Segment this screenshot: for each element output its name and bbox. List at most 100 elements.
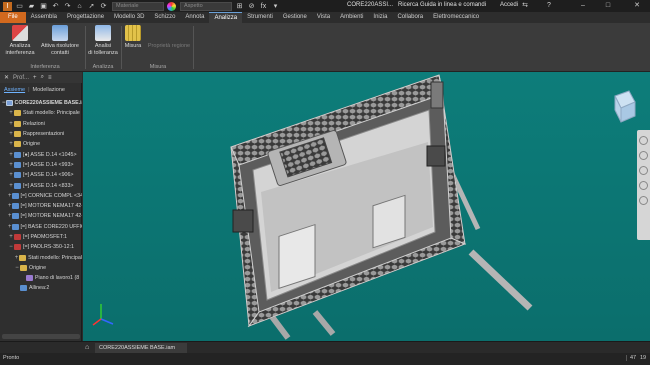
tree-node[interactable]: + [=] BASE CORE220 UFFIC	[0, 222, 82, 232]
tab-strumenti[interactable]: Strumenti	[242, 12, 278, 23]
browser-menu-icon[interactable]: ≡	[48, 75, 52, 81]
analyze-interference-label-1: Analizza	[9, 43, 31, 49]
tab-progettazione[interactable]: Progettazione	[62, 12, 109, 23]
tab-collabora[interactable]: Collabora	[392, 12, 428, 23]
browser-add-icon[interactable]: +	[33, 75, 37, 81]
orbit-icon[interactable]	[639, 181, 648, 190]
ribbon-panel: Analizza interferenza Attiva risolutore …	[0, 23, 650, 72]
rod-right-long	[468, 249, 533, 311]
expand-toggle-icon[interactable]: +	[8, 193, 12, 199]
expand-toggle-icon[interactable]: +	[8, 213, 12, 219]
expand-toggle-icon[interactable]: +	[8, 203, 12, 209]
region-properties-spacer	[146, 25, 192, 43]
tree-node-label: Piano di lavoro1 (8	[35, 275, 80, 282]
redo-icon[interactable]: ↷	[63, 2, 72, 11]
measure-button[interactable]: Misura	[122, 25, 144, 50]
tab-schizzo[interactable]: Schizzo	[149, 12, 180, 23]
tree-node[interactable]: + Stati modello: Principale	[0, 108, 82, 118]
steering-wheel-icon[interactable]	[639, 136, 648, 145]
appearance-icon[interactable]	[167, 1, 176, 11]
tab-modellazione[interactable]: Modellazione	[33, 87, 65, 93]
tree-node-label: [=] MOTORE NEMA17 42-	[20, 203, 82, 210]
tree-node[interactable]: + [=] CORNICE COMPL <34	[0, 191, 82, 201]
ribbon-separator	[193, 26, 194, 69]
tree-node-label: [=] BASE CORE220 UFFIC	[20, 223, 82, 230]
tab-gestione[interactable]: Gestione	[278, 12, 312, 23]
analyze-interference-button[interactable]: Analizza interferenza	[4, 25, 36, 57]
tree-node[interactable]: − [=] PADLRS-350-12:1	[0, 242, 82, 252]
clear-icon[interactable]: ⊘	[247, 2, 256, 11]
tolerance-analysis-button[interactable]: Analisi di tolleranza	[86, 25, 120, 57]
tab-assembla[interactable]: Assembla	[26, 12, 62, 23]
appearance-dropdown[interactable]: Aspetto	[180, 1, 232, 11]
tree-node[interactable]: + Stati modello: Principal	[0, 252, 82, 262]
tree-node[interactable]: − Origine	[0, 263, 82, 273]
pan-icon[interactable]	[639, 151, 648, 160]
status-count-2: 19	[640, 355, 647, 361]
browser-search-icon[interactable]: ⌕	[41, 74, 44, 81]
new-file-icon[interactable]: ▭	[15, 2, 24, 11]
tab-assieme[interactable]: Assieme	[4, 87, 25, 93]
tree-node-label: Stati modello: Principale	[23, 110, 80, 117]
graphics-viewport[interactable]	[83, 72, 650, 341]
view-cube[interactable]	[614, 90, 636, 123]
tree-node-label: Stati modello: Principal	[28, 254, 82, 261]
psu-block-left	[278, 223, 316, 289]
tree-node[interactable]: Allinea:2	[0, 283, 82, 293]
tree-node[interactable]: + [=] ASSE D.14 <993>	[0, 160, 82, 170]
part-icon	[14, 151, 21, 158]
browser-scrollbar[interactable]	[2, 334, 80, 339]
tree-node[interactable]: + [=] MOTORE NEMA17 42-	[0, 211, 82, 221]
tree-node[interactable]: + [●] ASSE D.14 <1045>	[0, 149, 82, 159]
tree-node[interactable]: + [=] ASSE D.14 <833>	[0, 180, 82, 190]
material-dropdown[interactable]: Materiale	[112, 1, 164, 11]
tab-annota[interactable]: Annota	[180, 12, 209, 23]
help-search[interactable]: Ricerca Guida in linea e comandi	[398, 2, 486, 8]
help-icon[interactable]: ?	[544, 1, 554, 11]
tree-node[interactable]: + [=] PADMOSFET:1	[0, 232, 82, 242]
expand-toggle-icon[interactable]: +	[8, 224, 12, 230]
home-icon[interactable]: ⌂	[75, 2, 84, 11]
status-text: Pronto	[3, 355, 20, 361]
tab-ambienti[interactable]: Ambienti	[335, 12, 368, 23]
tab-inizia[interactable]: Inizia	[368, 12, 392, 23]
region-properties-button[interactable]: Proprietà regione	[146, 25, 192, 50]
tree-node[interactable]: + Relazioni	[0, 119, 82, 129]
open-folder-icon[interactable]: ▰	[27, 2, 36, 11]
assembly-model[interactable]	[83, 72, 650, 341]
tree-node[interactable]: Piano di lavoro1 (8	[0, 273, 82, 283]
tab-elettromeccanico[interactable]: Elettromeccanico	[428, 12, 484, 23]
browser-close-icon[interactable]: ✕	[4, 74, 9, 81]
update-icon[interactable]: ⟳	[99, 2, 108, 11]
tree-node-label: [=] MOTORE NEMA17 42-	[20, 213, 82, 220]
cart-icon[interactable]: ⇆	[520, 1, 530, 11]
zoom-icon[interactable]	[639, 166, 648, 175]
maximize-icon[interactable]: □	[603, 1, 613, 11]
tab-file[interactable]: File	[0, 12, 26, 23]
navigation-bar	[637, 130, 650, 240]
tree-node[interactable]: + [=] ASSE D.14 <906>	[0, 170, 82, 180]
browser-search-label[interactable]: Prof...	[13, 75, 29, 81]
adjust-icon[interactable]: ⊞	[235, 2, 244, 11]
undo-icon[interactable]: ↶	[51, 2, 60, 11]
sign-in-button[interactable]: Accedi	[500, 2, 518, 8]
qa-customize-icon[interactable]: ▾	[271, 2, 280, 11]
look-at-icon[interactable]	[639, 196, 648, 205]
tab-analizza[interactable]: Analizza	[209, 12, 243, 23]
contact-solver-button[interactable]: Attiva risolutore contatti	[38, 25, 82, 57]
tree-node[interactable]: + [=] MOTORE NEMA17 42-	[0, 201, 82, 211]
select-icon[interactable]: ➚	[87, 2, 96, 11]
home-tab-icon[interactable]: ⌂	[85, 344, 93, 352]
tab-vista[interactable]: Vista	[312, 12, 335, 23]
tab-modello-3d[interactable]: Modello 3D	[109, 12, 149, 23]
part-icon	[11, 203, 19, 210]
save-icon[interactable]: ▣	[39, 2, 48, 11]
formula-icon[interactable]: fx	[259, 2, 268, 11]
minimize-icon[interactable]: –	[578, 1, 588, 11]
expand-toggle-icon[interactable]: −	[2, 100, 6, 106]
tree-node[interactable]: + Rappresentazioni	[0, 129, 82, 139]
tree-node[interactable]: + Origine	[0, 139, 82, 149]
close-icon[interactable]: ✕	[632, 1, 642, 11]
tree-node[interactable]: − CORE220ASSIEME BASE.iam	[0, 98, 82, 108]
app-logo-icon[interactable]: I	[3, 1, 12, 11]
